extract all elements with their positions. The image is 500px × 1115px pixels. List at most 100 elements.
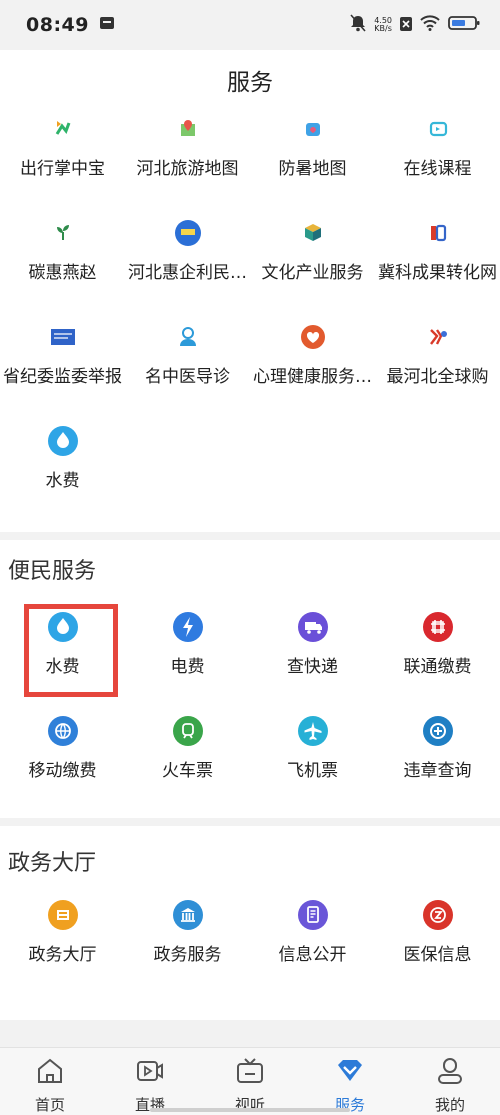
service-diamond-icon	[335, 1056, 365, 1090]
water-drop-icon	[47, 426, 78, 456]
service-item-5[interactable]: 火车票	[125, 702, 250, 806]
service-label: 火车票	[162, 761, 213, 781]
unicom-icon	[422, 612, 453, 642]
status-bar: 08:49 4.50 KB/s	[0, 0, 500, 50]
service-label: 省纪委监委举报	[3, 367, 122, 387]
traffic-violation-icon	[422, 716, 453, 746]
service-item-8[interactable]: 省纪委监委举报	[0, 308, 125, 412]
section-title-government: 政务大厅	[8, 851, 97, 876]
government-services-card: 政务大厅 政务大厅 政务服务 信息公开 医保信息	[0, 826, 500, 1020]
service-item-2[interactable]: 信息公开	[250, 886, 375, 990]
lightning-icon	[172, 612, 203, 642]
service-label: 在线课程	[403, 159, 472, 179]
service-label: 联通缴费	[403, 657, 472, 677]
wifi-icon	[420, 15, 440, 35]
home-indicator	[150, 1108, 350, 1112]
service-item-6[interactable]: 文化产业服务	[250, 204, 375, 308]
service-label: 查快递	[287, 657, 338, 677]
service-item-7[interactable]: 冀科成果转化网	[375, 204, 500, 308]
tab-0[interactable]: 首页	[0, 1048, 100, 1115]
medical-insurance-icon	[422, 900, 453, 930]
delivery-truck-icon	[297, 612, 328, 642]
tech-transfer-icon	[423, 218, 453, 248]
service-label: 出行掌中宝	[20, 159, 105, 179]
service-item-1[interactable]: 电费	[125, 598, 250, 702]
tv-icon	[235, 1056, 265, 1090]
service-label: 心理健康服务…	[253, 367, 372, 387]
service-label: 最河北全球购	[386, 367, 489, 387]
service-label: 信息公开	[278, 945, 347, 965]
service-item-1[interactable]: 河北旅游地图	[125, 100, 250, 204]
global-shop-icon	[423, 322, 453, 352]
notification-app-icon	[99, 15, 115, 35]
service-item-1[interactable]: 政务服务	[125, 886, 250, 990]
network-speed: 4.50 KB/s	[374, 17, 392, 33]
map-icon	[173, 114, 203, 144]
hall-icon	[47, 900, 78, 930]
service-label: 冀科成果转化网	[378, 263, 497, 283]
battery-icon	[448, 15, 480, 35]
service-item-0[interactable]: 政务大厅	[0, 886, 125, 990]
bottom-tab-bar: 首页 直播 视听 服务我的	[0, 1047, 500, 1115]
tab-1[interactable]: 直播	[100, 1048, 200, 1115]
mobile-globe-icon	[47, 716, 78, 746]
page-title: 服务	[227, 70, 273, 96]
service-label: 违章查询	[403, 761, 472, 781]
service-label: 河北旅游地图	[136, 159, 239, 179]
service-item-9[interactable]: 名中医导诊	[125, 308, 250, 412]
service-item-3[interactable]: 医保信息	[375, 886, 500, 990]
live-play-icon	[135, 1056, 165, 1090]
service-item-6[interactable]: 飞机票	[250, 702, 375, 806]
service-item-10[interactable]: 心理健康服务…	[250, 308, 375, 412]
doctor-icon	[173, 322, 203, 352]
heart-care-icon	[298, 322, 328, 352]
train-icon	[172, 716, 203, 746]
service-label: 碳惠燕赵	[28, 263, 97, 283]
service-label: 医保信息	[403, 945, 472, 965]
service-item-4[interactable]: 碳惠燕赵	[0, 204, 125, 308]
service-item-12[interactable]: 水费	[0, 412, 125, 516]
service-item-3[interactable]: 联通缴费	[375, 598, 500, 702]
top-services-grid: 出行掌中宝 河北旅游地图 防暑地图 在线课程碳惠燕赵 河北惠企利民… 文化产业服务 冀科成果…	[0, 100, 500, 516]
document-icon	[297, 900, 328, 930]
service-item-11[interactable]: 最河北全球购	[375, 308, 500, 412]
government-grid: 政务大厅 政务服务 信息公开 医保信息	[0, 886, 500, 990]
sunshade-map-icon	[298, 114, 328, 144]
service-label: 水费	[45, 471, 80, 491]
service-label: 飞机票	[287, 761, 338, 781]
highlight-box	[24, 604, 118, 697]
tab-label: 首页	[34, 1096, 65, 1114]
enterprise-icon	[173, 218, 203, 248]
sprout-icon	[48, 218, 78, 248]
airplane-icon	[297, 716, 328, 746]
section-title-convenience: 便民服务	[8, 559, 97, 584]
tab-2[interactable]: 视听	[200, 1048, 300, 1115]
service-item-2[interactable]: 查快递	[250, 598, 375, 702]
service-item-3[interactable]: 在线课程	[375, 100, 500, 204]
speed-unit: KB/s	[374, 24, 392, 33]
tab-label: 我的	[434, 1096, 465, 1114]
service-label: 防暑地图	[278, 159, 347, 179]
service-label: 文化产业服务	[261, 263, 364, 283]
service-label: 电费	[170, 657, 205, 677]
profile-icon	[435, 1056, 465, 1090]
service-label: 政务服务	[153, 945, 222, 965]
service-item-4[interactable]: 移动缴费	[0, 702, 125, 806]
tab-3[interactable]: 服务	[300, 1048, 400, 1115]
status-time: 08:49	[26, 14, 89, 36]
service-item-5[interactable]: 河北惠企利民…	[125, 204, 250, 308]
top-services-card: 出行掌中宝 河北旅游地图 防暑地图 在线课程碳惠燕赵 河北惠企利民… 文化产业服务 冀科成果…	[0, 110, 500, 532]
service-label: 名中医导诊	[145, 367, 230, 387]
service-item-0[interactable]: 出行掌中宝	[0, 100, 125, 204]
service-item-2[interactable]: 防暑地图	[250, 100, 375, 204]
route-icon	[48, 114, 78, 144]
service-label: 移动缴费	[28, 761, 97, 781]
service-label: 政务大厅	[28, 945, 97, 965]
service-item-7[interactable]: 违章查询	[375, 702, 500, 806]
home-icon	[35, 1056, 65, 1090]
online-course-icon	[423, 114, 453, 144]
tab-4[interactable]: 我的	[400, 1048, 500, 1115]
government-building-icon	[172, 900, 203, 930]
culture-cube-icon	[298, 218, 328, 248]
service-label: 河北惠企利民…	[128, 263, 247, 283]
